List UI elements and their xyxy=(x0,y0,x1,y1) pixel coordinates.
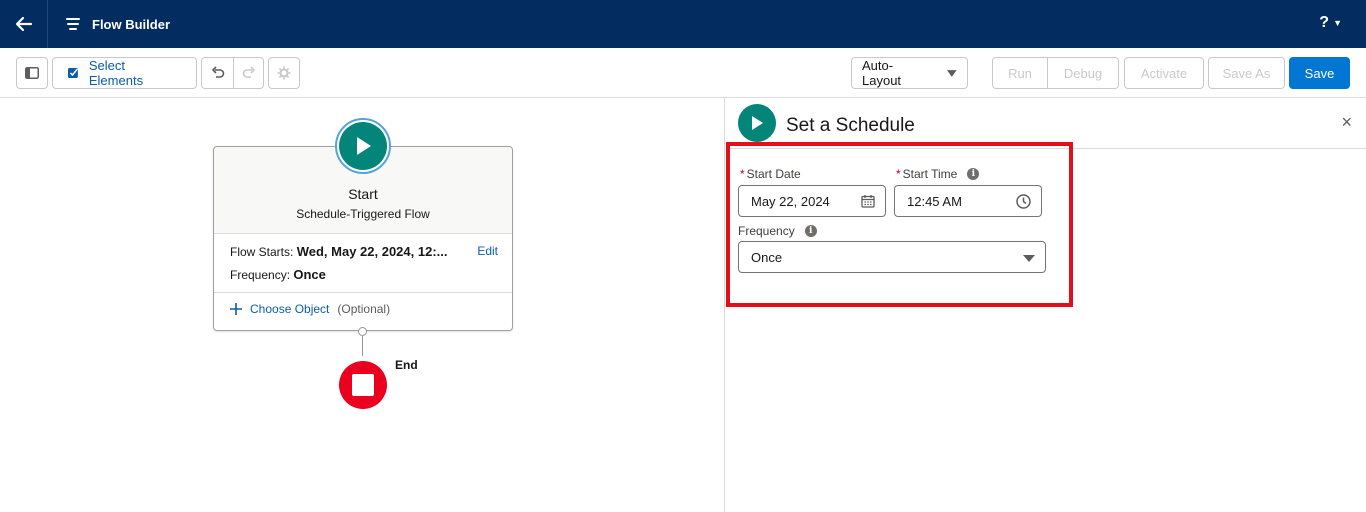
frequency-label-text: Frequency xyxy=(738,224,795,238)
info-icon[interactable]: i xyxy=(967,168,980,180)
play-icon xyxy=(738,104,776,142)
frequency-select-value: Once xyxy=(751,249,783,265)
chevron-down-icon xyxy=(1023,255,1035,262)
undo-icon xyxy=(211,66,224,78)
edit-schedule-link[interactable]: Edit xyxy=(477,244,498,258)
help-menu-button[interactable]: ? ▼ xyxy=(1319,14,1342,32)
toggle-toolbox-button[interactable] xyxy=(16,57,48,89)
settings-button[interactable] xyxy=(268,57,300,89)
frequency-label: Frequency: xyxy=(230,268,291,282)
save-button[interactable]: Save xyxy=(1289,57,1350,89)
start-time-input[interactable]: 12:45 AM xyxy=(894,185,1042,217)
global-header: Flow Builder ? ▼ xyxy=(0,0,1366,48)
panel-toggle-icon xyxy=(25,67,39,79)
flow-starts-label: Flow Starts: xyxy=(230,245,294,259)
debug-button[interactable]: Debug xyxy=(1047,57,1119,89)
add-icon xyxy=(230,303,242,315)
close-icon[interactable]: × xyxy=(1341,112,1352,133)
layout-select[interactable]: Auto-Layout xyxy=(851,57,968,89)
required-marker: * xyxy=(740,167,745,181)
start-time-label-text: Start Time xyxy=(902,167,958,181)
clock-icon[interactable] xyxy=(1016,194,1031,209)
flow-starts-row: Flow Starts: Wed, May 22, 2024, 12:... xyxy=(230,244,448,259)
help-icon: ? xyxy=(1319,14,1330,31)
checkbox-icon xyxy=(67,68,79,78)
start-date-label: * Start Date xyxy=(740,167,801,181)
choose-object-link[interactable]: Choose Object (Optional) xyxy=(230,302,390,316)
flow-canvas[interactable]: Start Schedule-Triggered Flow Flow Start… xyxy=(0,98,725,512)
gear-icon xyxy=(277,66,291,80)
select-elements-label: Select Elements xyxy=(88,58,144,88)
back-arrow-icon xyxy=(15,16,32,32)
activate-label: Activate xyxy=(1140,65,1188,81)
select-elements-button[interactable]: Select Elements xyxy=(52,57,197,89)
play-icon xyxy=(339,122,387,170)
run-label: Run xyxy=(1008,65,1032,81)
end-node[interactable] xyxy=(339,361,387,409)
debug-label: Debug xyxy=(1063,65,1103,81)
frequency-value: Once xyxy=(293,267,326,282)
run-button[interactable]: Run xyxy=(992,57,1048,89)
start-card-subtitle: Schedule-Triggered Flow xyxy=(296,207,430,221)
start-date-value: May 22, 2024 xyxy=(751,193,830,209)
redo-button[interactable] xyxy=(233,57,264,89)
panel-title: Set a Schedule xyxy=(786,115,915,136)
start-date-label-text: Start Date xyxy=(746,167,801,181)
back-button[interactable] xyxy=(0,0,48,48)
save-label: Save xyxy=(1304,65,1335,81)
activate-button[interactable]: Activate xyxy=(1124,57,1204,89)
save-as-label: Save As xyxy=(1222,65,1271,81)
layout-select-value: Auto-Layout xyxy=(862,58,902,88)
toolbar: Select Elements Auto-Layout Run Debug Ac… xyxy=(0,48,1366,98)
start-card-title: Start xyxy=(348,186,378,202)
chevron-down-icon: ▼ xyxy=(1333,18,1342,28)
chevron-down-icon xyxy=(947,69,957,77)
connector-dot[interactable] xyxy=(358,327,367,336)
calendar-icon[interactable] xyxy=(861,194,875,208)
redo-icon xyxy=(242,66,255,78)
start-node[interactable] xyxy=(335,118,391,174)
frequency-field-label: Frequency i xyxy=(738,224,817,238)
app-title: Flow Builder xyxy=(92,16,170,32)
undo-button[interactable] xyxy=(201,57,234,89)
required-marker: * xyxy=(896,167,901,181)
properties-panel: Set a Schedule × * Start Date May 22, 20… xyxy=(726,98,1366,512)
start-time-value: 12:45 AM xyxy=(907,193,962,209)
choose-object-label: Choose Object xyxy=(250,302,330,316)
end-label: End xyxy=(395,358,418,372)
start-date-input[interactable]: May 22, 2024 xyxy=(738,185,886,217)
frequency-row: Frequency: Once xyxy=(230,267,326,282)
save-as-button[interactable]: Save As xyxy=(1208,57,1285,89)
card-divider xyxy=(214,292,512,293)
stop-icon xyxy=(352,374,374,396)
choose-object-optional: (Optional) xyxy=(337,302,391,316)
flow-starts-value: Wed, May 22, 2024, 12:... xyxy=(296,244,448,259)
flow-icon xyxy=(64,15,82,33)
connector-line xyxy=(362,336,363,356)
start-time-label: * Start Time i xyxy=(896,167,980,181)
frequency-select[interactable]: Once xyxy=(738,241,1046,273)
info-icon[interactable]: i xyxy=(804,225,817,237)
